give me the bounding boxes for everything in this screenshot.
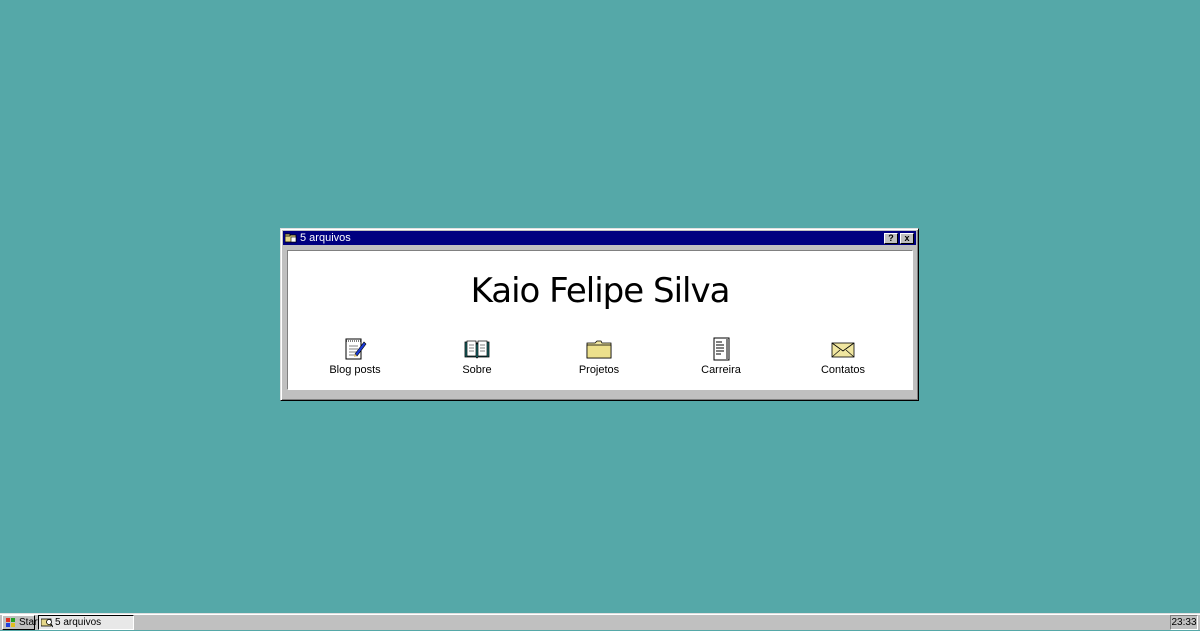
item-label: Sobre — [462, 364, 492, 376]
item-label: Blog posts — [329, 364, 381, 376]
folder-search-icon — [40, 617, 54, 628]
taskbar: Start 5 arquivos 23:33 — [0, 613, 1200, 630]
windows-logo-icon — [5, 617, 17, 628]
window-titlebar[interactable]: 5 arquivos ? x — [283, 231, 916, 245]
item-carreira[interactable]: Carreira — [681, 337, 761, 376]
item-sobre[interactable]: Sobre — [437, 337, 517, 376]
start-button[interactable]: Start — [2, 615, 40, 630]
item-label: Projetos — [578, 364, 620, 376]
document-icon — [708, 337, 734, 361]
item-projetos[interactable]: Projetos — [559, 337, 639, 376]
page-title: Kaio Felipe Silva — [470, 271, 731, 311]
item-blog-posts[interactable]: Blog posts — [315, 337, 395, 376]
item-contatos[interactable]: Contatos — [803, 337, 883, 376]
start-label: Start — [19, 617, 41, 628]
explorer-window: 5 arquivos ? x Kaio Felipe Silva Blog po… — [280, 228, 919, 401]
window-content: Kaio Felipe Silva Blog posts Sobre Proje… — [287, 250, 913, 390]
item-label: Contatos — [820, 364, 866, 376]
close-button[interactable]: x — [900, 232, 914, 244]
notepad-icon — [342, 337, 368, 361]
envelope-icon — [830, 337, 856, 361]
folder-icon — [284, 233, 297, 243]
window-title: 5 arquivos — [300, 232, 351, 244]
taskbar-item-5-arquivos[interactable]: 5 arquivos — [38, 615, 134, 630]
folder-icon — [586, 337, 612, 361]
clock: 23:33 — [1170, 615, 1198, 630]
desktop: 5 arquivos ? x Kaio Felipe Silva Blog po… — [0, 0, 1200, 613]
book-icon — [464, 337, 490, 361]
help-button[interactable]: ? — [884, 232, 898, 244]
item-label: Carreira — [701, 364, 741, 376]
taskbar-item-label: 5 arquivos — [55, 617, 102, 628]
